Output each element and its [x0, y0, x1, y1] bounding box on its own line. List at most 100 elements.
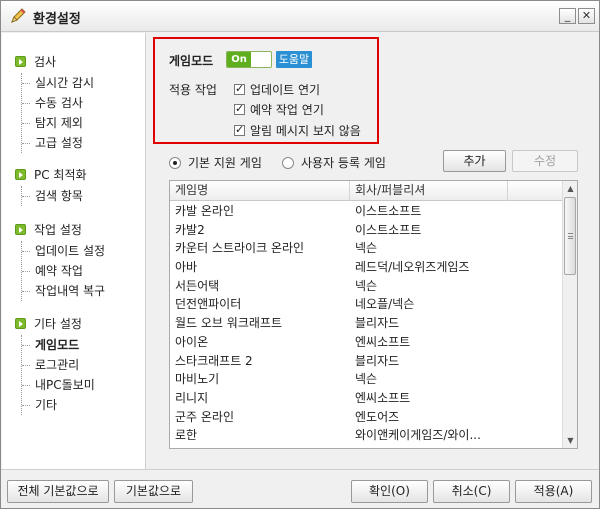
cell-game-name: 리니지 — [175, 390, 209, 405]
cell-game-name: 서든어택 — [175, 278, 220, 293]
cell-publisher: 엔씨소프트 — [355, 390, 411, 405]
game-mode-toggle[interactable]: On — [226, 51, 272, 68]
cell-game-name: 군주 온라인 — [175, 409, 235, 424]
cell-game-name: 아바 — [175, 260, 198, 275]
bottom-bar: 전체 기본값으로 기본값으로 확인(O) 취소(C) 적용(A) — [1, 469, 599, 508]
cell-game-name: 로한 — [175, 428, 198, 443]
table-row[interactable]: 카발 온라인 이스트소프트 — [170, 202, 562, 221]
option-label: 업데이트 연기 — [250, 83, 321, 97]
sidebar-item-search-items[interactable]: 검색 항목 — [22, 186, 83, 206]
sidebar-group-title: 기타 설정 — [34, 316, 82, 331]
edit-button[interactable]: 수정 — [512, 150, 578, 172]
scroll-down-icon[interactable]: ▼ — [563, 433, 577, 448]
table-row[interactable]: 스타크래프트 2 블리자드 — [170, 352, 562, 371]
checkbox[interactable] — [234, 82, 245, 95]
column-header-game-name[interactable]: 게임명 — [170, 181, 350, 201]
cell-publisher: 넥슨 — [355, 241, 378, 256]
table-row[interactable]: 아바 레드덕/네오위즈게임즈 — [170, 258, 562, 277]
ok-button[interactable]: 확인(O) — [351, 480, 428, 503]
apply-task-label: 적용 작업 — [169, 83, 217, 97]
sidebar-item-manual-scan[interactable]: 수동 검사 — [22, 93, 94, 113]
table-row[interactable]: 카운터 스트라이크 온라인 넥슨 — [170, 239, 562, 258]
sidebar-item-scheduled-task[interactable]: 예약 작업 — [22, 261, 105, 281]
sidebar-group-title: 작업 설정 — [34, 222, 82, 237]
add-button[interactable]: 추가 — [443, 150, 506, 172]
cell-game-name: 카발 온라인 — [175, 204, 235, 218]
sidebar-sub-list: 실시간 감시 수동 검사 탐지 제외 고급 설정 — [21, 73, 94, 153]
sidebar-group-tasks-header[interactable]: 작업 설정 — [15, 221, 82, 237]
sidebar-item-game-mode[interactable]: 게임모드 — [22, 335, 95, 355]
table-body: 카발 온라인 이스트소프트 카발2 이스트소프트 카운터 스트라이크 온라인 넥슨 아… — [170, 202, 562, 445]
option-hide-notifications[interactable]: 알림 메시지 보지 않음 — [234, 122, 361, 139]
green-arrow-icon — [15, 55, 26, 67]
green-arrow-icon — [15, 317, 26, 329]
settings-window: 환경설정 _ ✕ 검사 실시간 감시 수동 검사 탐지 제외 고급 설정 PC … — [0, 0, 600, 509]
cell-game-name: 아이온 — [175, 334, 209, 349]
radio-button[interactable] — [282, 156, 294, 169]
close-button[interactable]: ✕ — [578, 8, 595, 24]
column-header-extra[interactable] — [508, 181, 562, 201]
reset-button[interactable]: 기본값으로 — [114, 480, 193, 503]
sidebar-item-advanced[interactable]: 고급 설정 — [22, 133, 94, 153]
option-label: 예약 작업 연기 — [250, 103, 324, 117]
scroll-up-icon[interactable]: ▲ — [563, 181, 577, 196]
sidebar-sub-list: 검색 항목 — [21, 186, 83, 206]
minimize-button[interactable]: _ — [559, 8, 576, 24]
radio-user-games[interactable]: 사용자 등록 게임 — [282, 154, 386, 171]
sidebar-group-scan-header[interactable]: 검사 — [15, 53, 56, 69]
table-header: 게임명 회사/퍼블리셔 — [170, 181, 562, 201]
table-row[interactable]: 마비노기 넥슨 — [170, 370, 562, 389]
sidebar-sub-list: 업데이트 설정 예약 작업 작업내역 복구 — [21, 241, 105, 301]
cell-game-name: 카운터 스트라이크 온라인 — [175, 241, 305, 256]
table-row[interactable]: 카발2 이스트소프트 — [170, 221, 562, 240]
option-delay-update[interactable]: 업데이트 연기 — [234, 81, 320, 98]
cancel-button[interactable]: 취소(C) — [433, 480, 510, 503]
cell-publisher: 이스트소프트 — [355, 204, 422, 218]
table-row[interactable]: 로한 와이앤케이게임즈/와이... — [170, 426, 562, 445]
table-row[interactable]: 던전앤파이터 네오플/넥슨 — [170, 295, 562, 314]
cell-publisher: 엔도어즈 — [355, 409, 400, 424]
sidebar-group-other-header[interactable]: 기타 설정 — [15, 315, 82, 331]
sidebar-sub-list: 게임모드 로그관리 내PC돌보미 기타 — [21, 335, 95, 415]
sidebar-item-exclusion[interactable]: 탐지 제외 — [22, 113, 94, 133]
sidebar-item-log[interactable]: 로그관리 — [22, 355, 95, 375]
table-row[interactable]: 리니지 엔씨소프트 — [170, 389, 562, 408]
toggle-on-label: On — [227, 52, 251, 67]
sidebar-item-realtime[interactable]: 실시간 감시 — [22, 73, 94, 93]
window-title: 환경설정 — [33, 12, 81, 27]
sidebar-item-pc-care[interactable]: 내PC돌보미 — [22, 375, 95, 395]
cell-game-name: 스타크래프트 2 — [175, 353, 253, 368]
sidebar-item-update-settings[interactable]: 업데이트 설정 — [22, 241, 105, 261]
title-bar: 환경설정 _ ✕ — [1, 1, 599, 32]
checkbox[interactable] — [234, 123, 245, 136]
table-row[interactable]: 아이온 엔씨소프트 — [170, 333, 562, 352]
sidebar-group-title: PC 최적화 — [34, 167, 87, 182]
cell-game-name: 카발2 — [175, 222, 205, 237]
pencil-icon — [9, 7, 27, 25]
reset-all-button[interactable]: 전체 기본값으로 — [7, 480, 109, 503]
cell-publisher: 블리자드 — [355, 316, 400, 331]
cell-publisher: 레드덕/네오위즈게임즈 — [355, 260, 470, 275]
sidebar-item-task-restore[interactable]: 작업내역 복구 — [22, 281, 105, 301]
table-row[interactable]: 월드 오브 워크래프트 블리자드 — [170, 314, 562, 333]
table-row[interactable]: 서든어택 넥슨 — [170, 277, 562, 296]
green-arrow-icon — [15, 168, 26, 180]
table-row[interactable]: 군주 온라인 엔도어즈 — [170, 408, 562, 427]
option-delay-schedule[interactable]: 예약 작업 연기 — [234, 101, 324, 118]
green-arrow-icon — [15, 223, 26, 235]
radio-label: 사용자 등록 게임 — [301, 156, 386, 170]
scroll-thumb[interactable] — [564, 197, 576, 275]
sidebar-group-optimize-header[interactable]: PC 최적화 — [15, 166, 87, 182]
vertical-scrollbar[interactable]: ▲ ▼ — [562, 181, 577, 448]
game-mode-title: 게임모드 — [169, 54, 214, 68]
checkbox[interactable] — [234, 102, 245, 115]
radio-button[interactable] — [169, 156, 181, 169]
radio-default-games[interactable]: 기본 지원 게임 — [169, 154, 262, 171]
apply-button[interactable]: 적용(A) — [515, 480, 592, 503]
sidebar-item-etc[interactable]: 기타 — [22, 395, 95, 415]
sidebar-group-title: 검사 — [34, 54, 57, 69]
radio-label: 기본 지원 게임 — [188, 156, 262, 170]
grip-icon — [568, 233, 573, 239]
help-button[interactable]: 도움말 — [276, 51, 312, 68]
column-header-publisher[interactable]: 회사/퍼블리셔 — [350, 181, 508, 201]
